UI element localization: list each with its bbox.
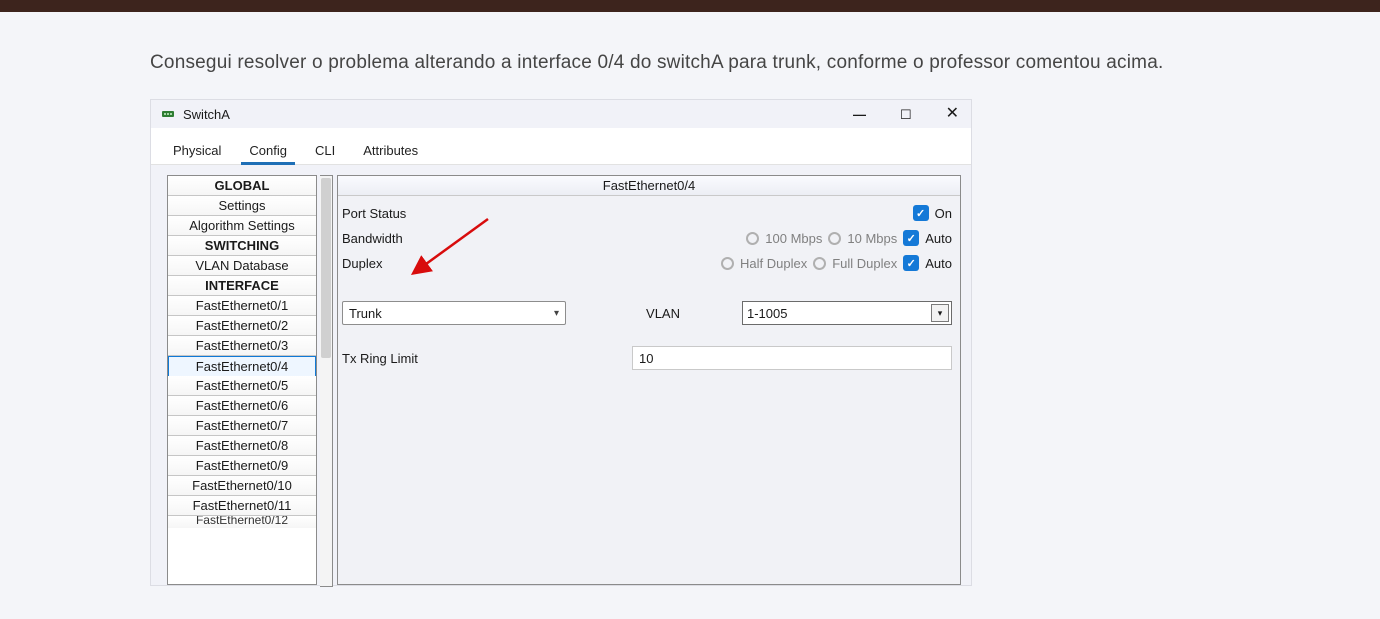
sidebar-item-fastethernet06[interactable]: FastEthernet0/6 — [168, 396, 316, 416]
vlan-dropdown-button[interactable]: ▾ — [931, 304, 949, 322]
port-mode-dropdown[interactable]: Trunk ▾ — [342, 301, 566, 325]
sidebar-item-fastethernet09[interactable]: FastEthernet0/9 — [168, 456, 316, 476]
sidebar-scrollbar[interactable] — [320, 175, 333, 587]
sidebar-item-vlandatabase[interactable]: VLAN Database — [168, 256, 316, 276]
duplex-radio-1[interactable] — [813, 257, 826, 270]
sidebar-item-fastethernet05[interactable]: FastEthernet0/5 — [168, 376, 316, 396]
bandwidth-option-label: 10 Mbps — [847, 231, 897, 246]
sidebar-item-fastethernet07[interactable]: FastEthernet0/7 — [168, 416, 316, 436]
tab-physical[interactable]: Physical — [159, 135, 235, 164]
chevron-down-icon: ▾ — [554, 308, 559, 319]
sidebar-item-fastethernet04[interactable]: FastEthernet0/4 — [168, 356, 316, 377]
tab-config[interactable]: Config — [235, 135, 301, 164]
port-status-checkbox[interactable]: ✓ — [913, 205, 929, 221]
sidebar-item-fastethernet010[interactable]: FastEthernet0/10 — [168, 476, 316, 496]
duplex-label: Duplex — [342, 256, 522, 271]
window-title: SwitchA — [183, 107, 853, 122]
sidebar-item-fastethernet01[interactable]: FastEthernet0/1 — [168, 296, 316, 316]
switch-icon — [161, 107, 175, 121]
config-sidebar: GLOBALSettingsAlgorithm SettingsSWITCHIN… — [167, 175, 317, 585]
sidebar-item-algorithmsettings[interactable]: Algorithm Settings — [168, 216, 316, 236]
port-status-on-label: On — [935, 206, 952, 221]
vlan-range-input[interactable]: 1-1005 ▾ — [742, 301, 952, 325]
sidebar-header: SWITCHING — [168, 236, 316, 256]
bandwidth-label: Bandwidth — [342, 231, 522, 246]
comment-text: Consegui resolver o problema alterando a… — [150, 52, 1230, 74]
sidebar-item-fastethernet011[interactable]: FastEthernet0/11 — [168, 496, 316, 516]
sidebar-item-fastethernet08[interactable]: FastEthernet0/8 — [168, 436, 316, 456]
page-top-bar — [0, 0, 1380, 12]
sidebar-header: GLOBAL — [168, 176, 316, 196]
bandwidth-auto-checkbox[interactable]: ✓ — [903, 230, 919, 246]
sidebar-item-settings[interactable]: Settings — [168, 196, 316, 216]
details-header: FastEthernet0/4 — [338, 176, 960, 196]
title-bar: SwitchA — ☐ ✕ — [151, 100, 971, 128]
duplex-auto-label: Auto — [925, 256, 952, 271]
port-mode-value: Trunk — [349, 306, 382, 321]
tx-ring-limit-value: 10 — [639, 351, 653, 366]
sidebar-item-fastethernet03[interactable]: FastEthernet0/3 — [168, 336, 316, 356]
sidebar-header: INTERFACE — [168, 276, 316, 296]
scrollbar-thumb[interactable] — [321, 178, 331, 358]
close-button[interactable]: ✕ — [946, 106, 959, 122]
interface-details-panel: FastEthernet0/4 Port Status — [337, 175, 961, 585]
switcha-window: SwitchA — ☐ ✕ PhysicalConfigCLIAttribute… — [150, 99, 972, 586]
duplex-auto-checkbox[interactable]: ✓ — [903, 255, 919, 271]
tab-cli[interactable]: CLI — [301, 135, 349, 164]
duplex-option-label: Full Duplex — [832, 256, 897, 271]
bandwidth-auto-label: Auto — [925, 231, 952, 246]
tab-attributes[interactable]: Attributes — [349, 135, 432, 164]
duplex-option-label: Half Duplex — [740, 256, 807, 271]
minimize-button[interactable]: — — [853, 108, 866, 121]
vlan-label: VLAN — [646, 306, 680, 321]
bandwidth-radio-1[interactable] — [828, 232, 841, 245]
maximize-button[interactable]: ☐ — [900, 108, 912, 121]
bandwidth-option-label: 100 Mbps — [765, 231, 822, 246]
tx-ring-limit-label: Tx Ring Limit — [342, 351, 632, 366]
sidebar-item-fastethernet02[interactable]: FastEthernet0/2 — [168, 316, 316, 336]
duplex-radio-0[interactable] — [721, 257, 734, 270]
vlan-range-value: 1-1005 — [747, 306, 787, 321]
sidebar-item-partial[interactable]: FastEthernet0/12 — [168, 516, 316, 528]
port-status-label: Port Status — [342, 206, 522, 221]
tabs-bar: PhysicalConfigCLIAttributes — [151, 128, 971, 165]
tx-ring-limit-input[interactable]: 10 — [632, 346, 952, 370]
bandwidth-radio-0[interactable] — [746, 232, 759, 245]
